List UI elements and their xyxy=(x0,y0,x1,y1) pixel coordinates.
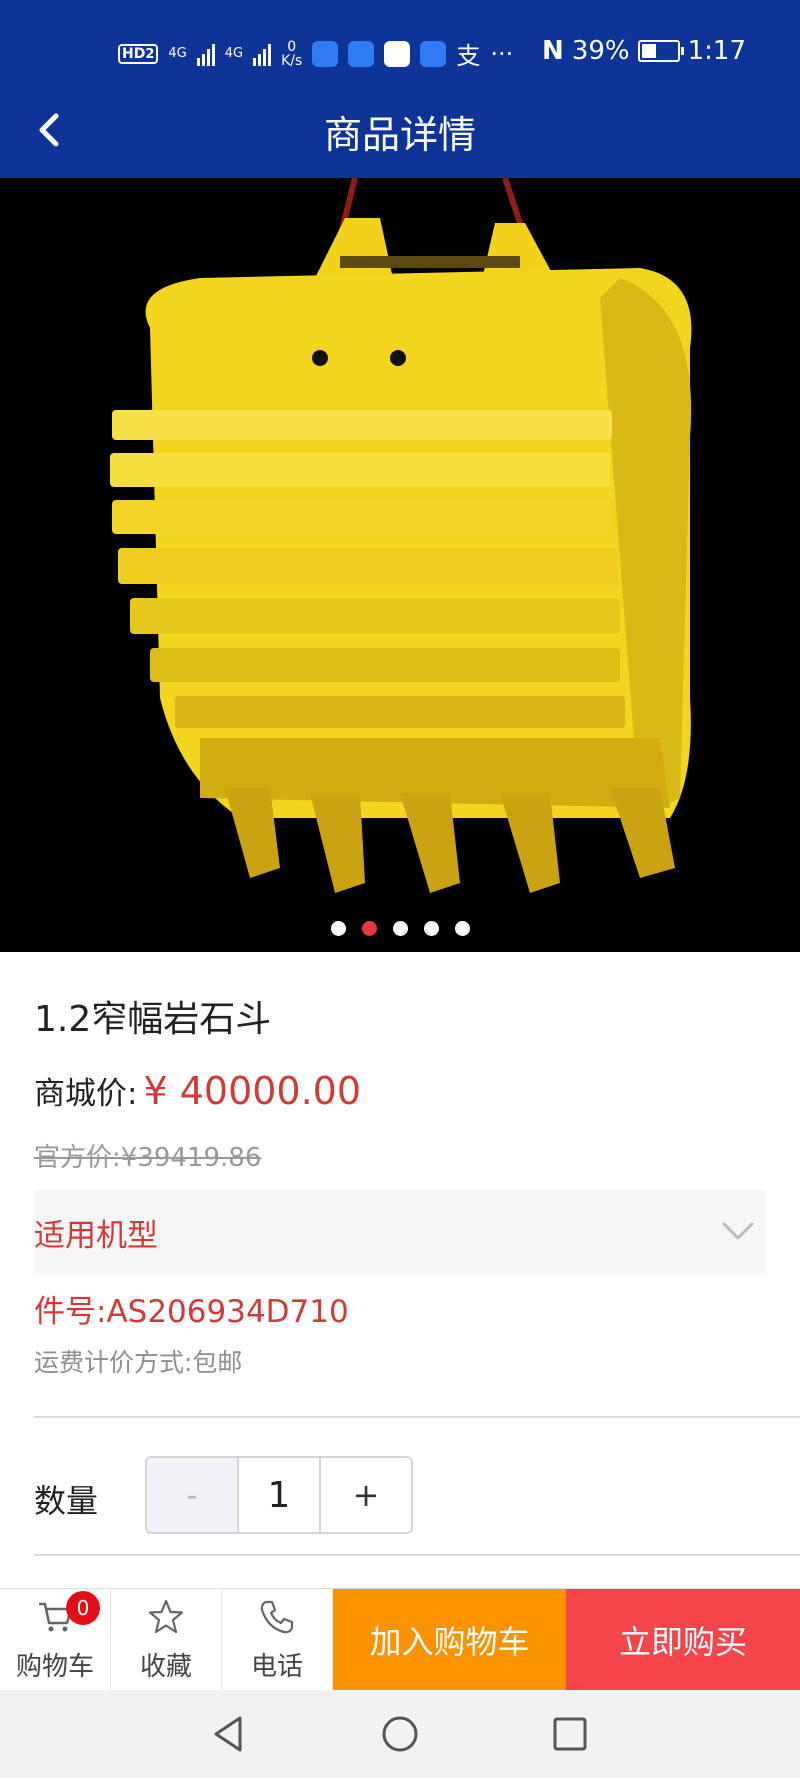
chevron-down-icon xyxy=(722,1222,754,1240)
carousel-indicators xyxy=(0,921,800,936)
carousel-dot[interactable] xyxy=(454,921,470,936)
carousel-dot[interactable] xyxy=(392,921,408,936)
clock: 1:17 xyxy=(687,36,746,66)
increase-quantity-button[interactable]: + xyxy=(321,1458,411,1532)
notification-app-icon-3 xyxy=(420,40,447,67)
applicable-models-dropdown[interactable]: 适用机型 xyxy=(34,1190,766,1275)
network-type-2: 4G xyxy=(224,46,244,61)
applicable-models-label: 适用机型 xyxy=(34,1218,158,1254)
official-price: 官方价:¥39419.86 xyxy=(34,1143,262,1173)
phone-button[interactable]: 电话 xyxy=(222,1589,333,1691)
system-navigation-bar xyxy=(0,1690,800,1778)
divider xyxy=(34,1554,800,1556)
star-icon xyxy=(148,1599,184,1634)
page-title: 商品详情 xyxy=(323,113,476,157)
part-number-value: AS206934D710 xyxy=(106,1294,349,1330)
cart-label: 购物车 xyxy=(15,1652,94,1682)
phone-label: 电话 xyxy=(250,1652,303,1682)
nav-bar: 商品详情 xyxy=(0,90,800,170)
battery-percent: 39% xyxy=(571,36,630,66)
product-image xyxy=(0,178,800,952)
part-number: 件号:AS206934D710 xyxy=(34,1286,349,1331)
quantity-stepper: - 1 + xyxy=(145,1456,413,1534)
status-bar: HD2 4G 4G 0 K/s 支 ··· N 39% 1:17 xyxy=(0,28,800,74)
status-left: HD2 4G 4G 0 K/s 支 ··· xyxy=(118,36,513,71)
status-right: N 39% 1:17 xyxy=(542,36,746,66)
part-number-label: 件号: xyxy=(34,1294,107,1330)
notification-alipay-icon: 支 xyxy=(456,42,481,70)
mall-price: 商城价: ¥ 40000.00 xyxy=(34,1068,361,1113)
product-image-carousel[interactable] xyxy=(0,178,800,952)
carousel-dot[interactable] xyxy=(423,921,439,936)
top-header: HD2 4G 4G 0 K/s 支 ··· N 39% 1:17 商品详情 xyxy=(0,0,800,178)
quantity-label: 数量 xyxy=(34,1482,99,1520)
mall-price-value: ¥ 40000.00 xyxy=(143,1069,362,1113)
favorite-button[interactable]: 收藏 xyxy=(111,1589,222,1691)
phone-icon xyxy=(260,1600,294,1634)
shipping-method: 运费计价方式:包邮 xyxy=(34,1348,243,1377)
nav-recents-icon[interactable] xyxy=(550,1714,590,1754)
signal-icon-2 xyxy=(253,42,272,66)
favorite-label: 收藏 xyxy=(139,1652,192,1682)
mall-price-label: 商城价: xyxy=(34,1076,138,1112)
hd-indicator: HD2 xyxy=(118,43,159,64)
add-to-cart-button[interactable]: 加入购物车 xyxy=(333,1589,566,1691)
notification-app-icon xyxy=(312,40,339,67)
quantity-value[interactable]: 1 xyxy=(237,1458,321,1532)
nav-back-icon[interactable] xyxy=(208,1714,248,1754)
more-notifications-icon: ··· xyxy=(490,39,514,68)
carousel-dot[interactable] xyxy=(330,921,346,936)
signal-icon xyxy=(196,42,215,66)
nfc-icon: N xyxy=(542,36,564,66)
battery-icon xyxy=(637,40,684,62)
cart-count-badge: 0 xyxy=(66,1591,100,1625)
carousel-dot-active[interactable] xyxy=(361,921,377,936)
nav-home-icon[interactable] xyxy=(380,1714,420,1754)
network-type-1: 4G xyxy=(168,46,187,61)
product-name: 1.2窄幅岩石斗 xyxy=(34,999,272,1040)
net-speed: 0 K/s xyxy=(281,38,303,69)
decrease-quantity-button[interactable]: - xyxy=(147,1458,237,1532)
cart-button[interactable]: 0 购物车 xyxy=(0,1589,111,1691)
buy-now-button[interactable]: 立即购买 xyxy=(566,1589,800,1691)
bottom-action-bar: 0 购物车 收藏 电话 加入购物车 立即购买 xyxy=(0,1588,800,1691)
divider xyxy=(34,1416,800,1418)
notification-app-icon-2 xyxy=(348,40,375,67)
notification-browser-icon xyxy=(384,40,411,67)
